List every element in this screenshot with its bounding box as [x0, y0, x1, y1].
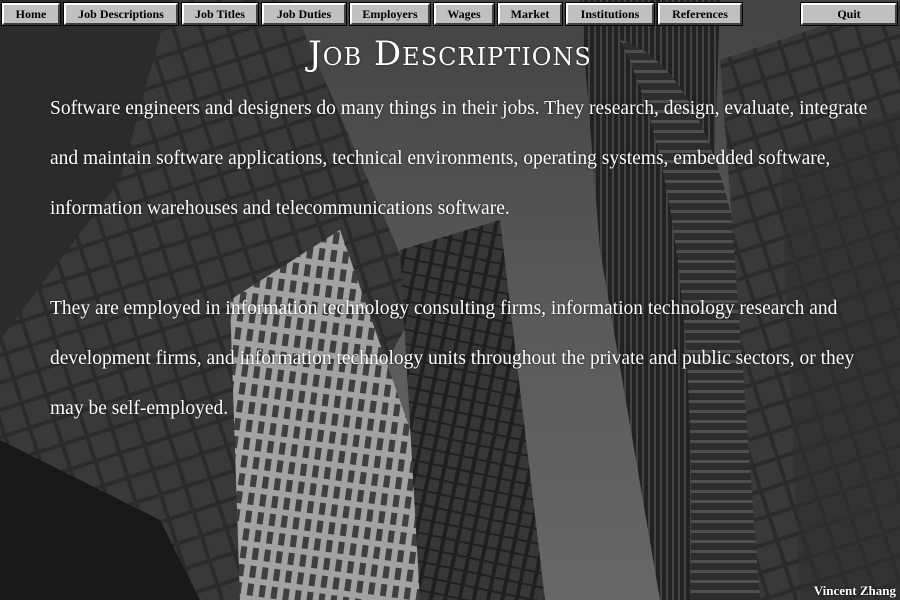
nav-employers-button[interactable]: Employers [349, 2, 431, 26]
nav-wages-button[interactable]: Wages [433, 2, 495, 26]
author-credit: Vincent Zhang [813, 583, 896, 598]
quit-button[interactable]: Quit [800, 2, 898, 26]
description-paragraph-2: They are employed in information technol… [50, 298, 855, 419]
page: Home Job Descriptions Job Titles Job Dut… [0, 0, 900, 600]
nav-references-button[interactable]: References [657, 2, 743, 26]
nav-job-titles-button[interactable]: Job Titles [181, 2, 259, 26]
top-navigation-bar: Home Job Descriptions Job Titles Job Dut… [0, 0, 900, 28]
nav-market-button[interactable]: Market [497, 2, 563, 26]
main-content: Software engineers and designers do many… [50, 84, 880, 484]
nav-home-button[interactable]: Home [1, 2, 61, 26]
nav-job-descriptions-button[interactable]: Job Descriptions [63, 2, 179, 26]
nav-job-duties-button[interactable]: Job Duties [261, 2, 347, 26]
description-paragraph-1: Software engineers and designers do many… [50, 98, 868, 219]
page-title: Job Descriptions [308, 34, 592, 74]
nav-institutions-button[interactable]: Institutions [565, 2, 655, 26]
